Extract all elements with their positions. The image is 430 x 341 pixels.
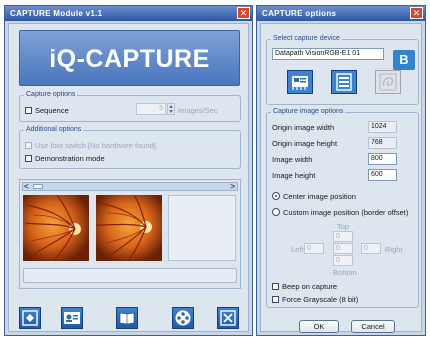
- empty-thumbnail-slot[interactable]: [168, 195, 236, 261]
- film-reel-icon: [175, 310, 191, 326]
- exit-button[interactable]: [217, 307, 239, 329]
- firewire-button[interactable]: [375, 70, 401, 94]
- offset-bottom-input[interactable]: 0: [333, 255, 353, 266]
- module-body: iQ-CAPTURE Capture options Sequence 5 Im…: [8, 23, 249, 332]
- server-button[interactable]: [331, 70, 357, 94]
- sequence-rate-input[interactable]: 5: [136, 103, 166, 115]
- custom-position-radio[interactable]: [272, 208, 280, 216]
- origin-width-field: 1024: [368, 121, 397, 133]
- sequence-label: Sequence: [35, 106, 69, 115]
- capture-options-group: Capture options Sequence 5 Images/Sec: [19, 91, 241, 122]
- thumbnail-panel: < >: [19, 179, 241, 289]
- panel-badge: B: [393, 50, 415, 70]
- cancel-button[interactable]: Cancel: [351, 320, 395, 333]
- retina-thumbnail-1[interactable]: [23, 195, 89, 261]
- capture-icon: [22, 310, 38, 326]
- capture-image-group: Capture image options Origin image width…: [266, 108, 419, 308]
- report-button[interactable]: [116, 307, 138, 329]
- additional-options-group: Additional options Use foot switch [No h…: [19, 126, 241, 169]
- additional-options-legend: Additional options: [24, 126, 84, 133]
- image-width-label: Image width: [272, 155, 313, 164]
- capture-image-legend: Capture image options: [271, 108, 346, 115]
- offset-bottom-label: Bottom: [333, 268, 357, 277]
- thumbnail-scrollbar[interactable]: < >: [22, 182, 238, 191]
- beep-checkbox[interactable]: [272, 283, 279, 290]
- patient-button[interactable]: [61, 307, 83, 329]
- capture-device-group: Select capture device Datapath VisionRGB…: [266, 35, 419, 105]
- module-title-bar[interactable]: CAPTURE Module v1.1 ✕: [5, 6, 252, 21]
- custom-position-label: Custom image position (border offset): [283, 208, 409, 217]
- offset-right-label: Right: [385, 245, 403, 254]
- origin-height-field: 768: [368, 137, 397, 149]
- logo-banner: iQ-CAPTURE: [19, 30, 240, 86]
- demo-mode-checkbox[interactable]: [25, 155, 32, 162]
- origin-height-label: Origin image height: [272, 139, 338, 148]
- image-width-input[interactable]: 800: [368, 153, 397, 165]
- offset-top-input[interactable]: 0: [333, 231, 353, 242]
- offset-left-label: Left: [291, 245, 304, 254]
- scroll-left-button[interactable]: <: [24, 182, 29, 191]
- logo-text: iQ-CAPTURE: [49, 45, 210, 73]
- offset-top-label: Top: [337, 222, 350, 231]
- retina-image-2: [96, 195, 162, 261]
- close-icon: [220, 310, 236, 326]
- scroll-right-button[interactable]: >: [230, 182, 235, 191]
- beep-label: Beep on capture: [282, 282, 338, 291]
- capture-module-window: CAPTURE Module v1.1 ✕ iQ-CAPTURE Capture…: [4, 5, 253, 336]
- capture-card-icon: [292, 76, 308, 90]
- retina-image-1: [23, 195, 89, 261]
- capture-device-legend: Select capture device: [271, 35, 342, 42]
- offset-center-input[interactable]: 0: [333, 243, 353, 254]
- sequence-checkbox[interactable]: [25, 107, 32, 114]
- grayscale-checkbox[interactable]: [272, 296, 279, 303]
- options-close-button[interactable]: ✕: [410, 7, 423, 19]
- status-bar: [23, 268, 237, 283]
- server-icon: [336, 73, 352, 91]
- offset-right-input[interactable]: 0: [361, 243, 381, 254]
- image-height-label: Image height: [272, 171, 316, 180]
- rate-unit-label: Images/Sec: [178, 106, 218, 115]
- options-window-title: CAPTURE options: [262, 9, 337, 18]
- options-body: Select capture device Datapath VisionRGB…: [260, 23, 422, 333]
- ok-button[interactable]: OK: [299, 320, 339, 333]
- patient-icon: [64, 312, 80, 324]
- center-position-radio[interactable]: [272, 192, 280, 200]
- demo-mode-label: Demonstration mode: [35, 154, 105, 163]
- retina-thumbnail-2[interactable]: [96, 195, 162, 261]
- capture-button[interactable]: [19, 307, 41, 329]
- foot-switch-checkbox[interactable]: [25, 142, 32, 149]
- image-height-input[interactable]: 600: [368, 169, 397, 181]
- capture-card-button[interactable]: [287, 70, 313, 94]
- spinner-arrows-icon: [169, 105, 173, 113]
- book-icon: [119, 312, 135, 325]
- options-title-bar[interactable]: CAPTURE options ✕: [257, 6, 425, 21]
- rate-spinner[interactable]: [167, 103, 175, 115]
- scroll-thumb[interactable]: [33, 184, 43, 189]
- foot-switch-label: Use foot switch [No hardware found]: [35, 141, 156, 150]
- grayscale-label: Force Grayscale (8 bit): [282, 295, 359, 304]
- origin-width-label: Origin image width: [272, 123, 335, 132]
- video-button[interactable]: [172, 307, 194, 329]
- center-position-label: Center image position: [283, 192, 356, 201]
- offset-left-input[interactable]: 0: [304, 243, 324, 254]
- capture-options-window: CAPTURE options ✕ Select capture device …: [256, 5, 426, 336]
- module-window-title: CAPTURE Module v1.1: [10, 9, 103, 18]
- firewire-icon: [379, 73, 397, 91]
- capture-device-select[interactable]: Datapath VisionRGB-E1 01: [272, 48, 384, 60]
- capture-options-legend: Capture options: [24, 91, 78, 98]
- module-close-button[interactable]: ✕: [237, 7, 250, 19]
